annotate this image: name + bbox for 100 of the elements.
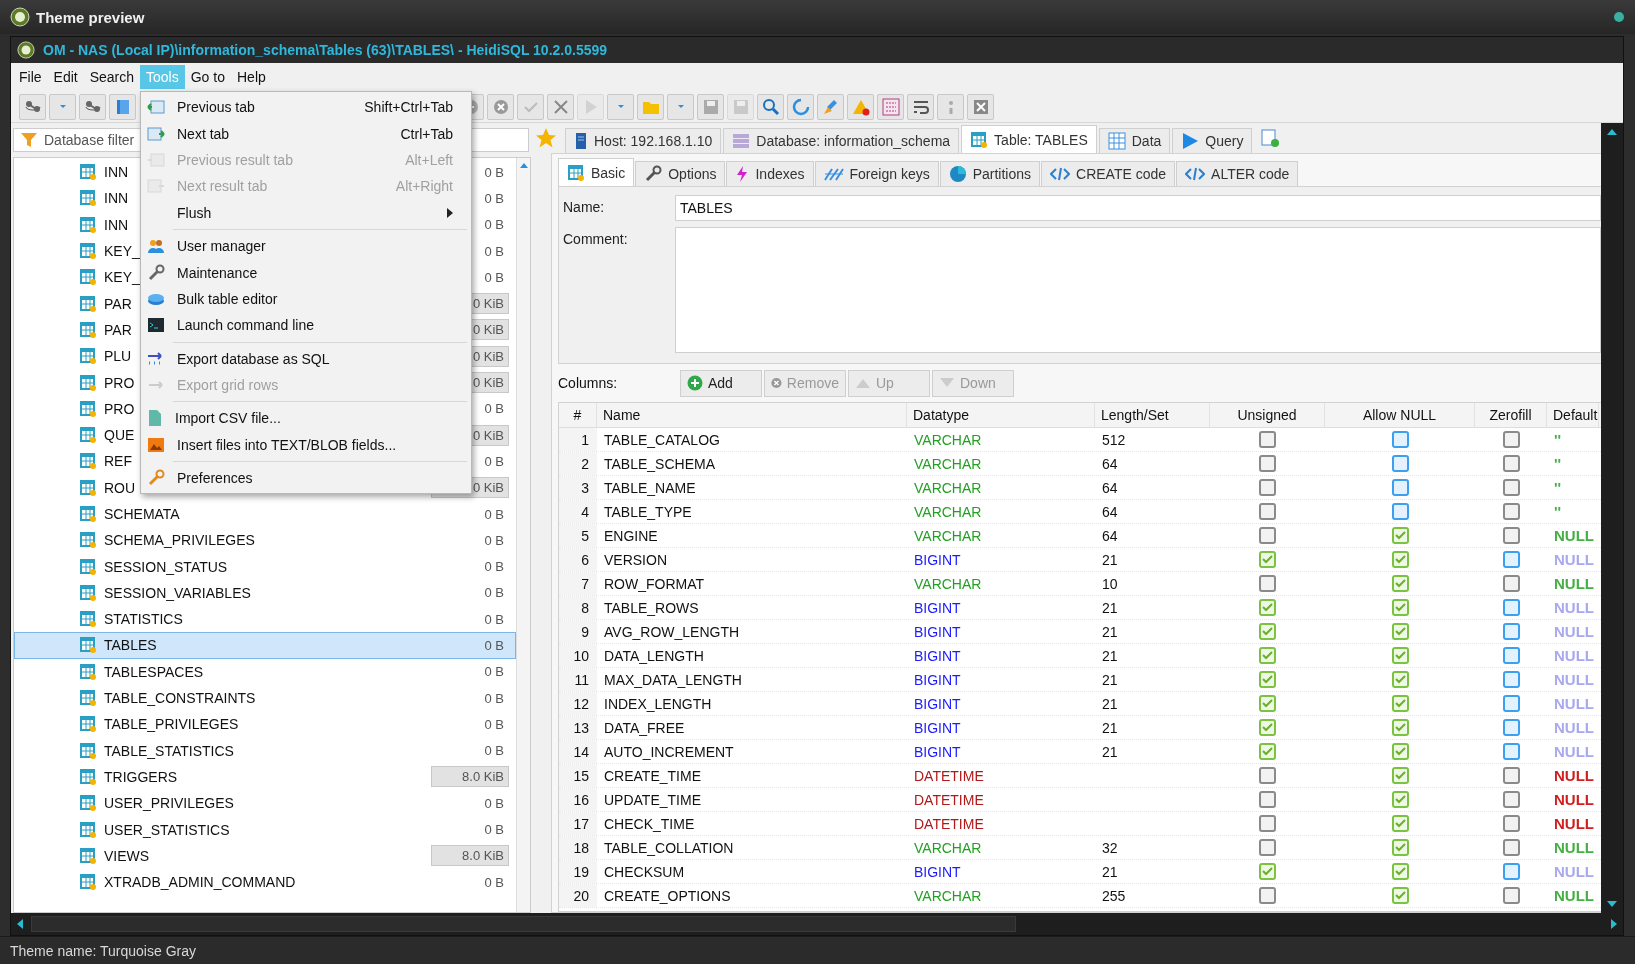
row-number: 8 <box>559 596 597 619</box>
table-cell-text: 255 <box>1101 886 1127 906</box>
table-cell-text: NULL <box>1553 790 1595 810</box>
table-cell-text: TABLE_SCHEMA <box>603 454 716 474</box>
status-text: Theme name: Turquoise Gray <box>10 942 196 959</box>
table-cell-text: BIGINT <box>913 742 962 762</box>
table-cell-text: NULL <box>1553 670 1595 690</box>
table-cell-text: NULL <box>1553 862 1595 882</box>
row-number: 19 <box>559 860 597 883</box>
window-title: Theme preview <box>36 8 146 26</box>
row-number: 2 <box>559 452 597 475</box>
table-cell-text: 10 <box>1101 574 1119 594</box>
table-cell-text: NULL <box>1553 886 1595 906</box>
row-number: 1 <box>559 428 597 451</box>
table-cell-text: DATA_FREE <box>603 718 686 738</box>
table-cell-text: NULL <box>1553 526 1595 546</box>
table-cell-text: 21 <box>1101 622 1119 642</box>
table-cell-text: NULL <box>1553 766 1595 786</box>
row-number: 6 <box>559 548 597 571</box>
table-cell-text: TABLE_NAME <box>603 478 697 498</box>
row-number: 3 <box>559 476 597 499</box>
table-cell-text: ROW_FORMAT <box>603 574 706 594</box>
table-cell-text: NULL <box>1553 574 1595 594</box>
table-cell-text: BIGINT <box>913 718 962 738</box>
table-cell-text: NULL <box>1553 814 1595 834</box>
window-title: OM - NAS (Local IP)\information_schema\Tables (63)\TABLES\ - HeidiSQL 10.2.0.5599 <box>43 42 609 58</box>
row-number: 11 <box>559 668 597 691</box>
table-cell-text: BIGINT <box>913 550 962 570</box>
table-cell-text: CREATE_TIME <box>603 766 702 786</box>
row-number: 5 <box>559 524 597 547</box>
row-number: 10 <box>559 644 597 667</box>
table-cell-text: BIGINT <box>913 598 962 618</box>
table-cell-text: '' <box>1553 454 1563 474</box>
table-cell-text: NULL <box>1553 742 1595 762</box>
table-cell-text: NULL <box>1553 838 1595 858</box>
table-cell-text: 21 <box>1101 670 1119 690</box>
row-number: 12 <box>559 692 597 715</box>
table-cell-text: BIGINT <box>913 862 962 882</box>
table-cell-text: '' <box>1553 430 1563 450</box>
table-cell-text: '' <box>1553 478 1563 498</box>
table-cell-text: VARCHAR <box>913 478 983 498</box>
table-cell-text: BIGINT <box>913 646 962 666</box>
table-cell-text: MAX_DATA_LENGTH <box>603 670 743 690</box>
table-cell-text: CHECKSUM <box>603 862 686 882</box>
row-number: 14 <box>559 740 597 763</box>
table-cell-text: AVG_ROW_LENGTH <box>603 622 741 642</box>
table-cell-text: 21 <box>1101 742 1119 762</box>
table-cell-text: BIGINT <box>913 622 962 642</box>
row-number: 15 <box>559 764 597 787</box>
table-cell-text: NULL <box>1553 550 1595 570</box>
row-number: 13 <box>559 716 597 739</box>
table-cell-text: DATETIME <box>913 814 985 834</box>
table-cell-text: 21 <box>1101 862 1119 882</box>
section-label: Columns: <box>558 375 619 391</box>
table-cell-text: 64 <box>1101 478 1119 498</box>
table-cell-text: NULL <box>1553 694 1595 714</box>
table-cell-text: NULL <box>1553 598 1595 618</box>
table-cell-text: VERSION <box>603 550 668 570</box>
table-cell-text: 32 <box>1101 838 1119 858</box>
table-cell-text: VARCHAR <box>913 886 983 906</box>
table-cell-text: NULL <box>1553 622 1595 642</box>
table-cell-text: NULL <box>1553 718 1595 738</box>
row-number: 7 <box>559 572 597 595</box>
table-cell-text: 64 <box>1101 526 1119 546</box>
table-cell-text: VARCHAR <box>913 430 983 450</box>
table-cell-text: BIGINT <box>913 694 962 714</box>
table-cell-text: 21 <box>1101 598 1119 618</box>
table-cell-text: 21 <box>1101 550 1119 570</box>
table-cell-text: VARCHAR <box>913 526 983 546</box>
table-cell-text: 64 <box>1101 454 1119 474</box>
field-label: Name: <box>563 198 606 217</box>
table-cell-text: TABLE_ROWS <box>603 598 700 618</box>
row-number: 17 <box>559 812 597 835</box>
table-cell-text: DATETIME <box>913 790 985 810</box>
table-cell-text: VARCHAR <box>913 502 983 522</box>
table-cell-text: TABLE_CATALOG <box>603 430 721 450</box>
table-cell-text: CHECK_TIME <box>603 814 696 834</box>
row-number: 16 <box>559 788 597 811</box>
table-cell-text: 21 <box>1101 694 1119 714</box>
table-cell-text: UPDATE_TIME <box>603 790 702 810</box>
table-cell-text: 21 <box>1101 646 1119 666</box>
table-cell-text: VARCHAR <box>913 454 983 474</box>
row-number: 18 <box>559 836 597 859</box>
field-label: Comment: <box>563 230 629 249</box>
table-cell-text: BIGINT <box>913 670 962 690</box>
table-cell-text: VARCHAR <box>913 838 983 858</box>
table-cell-text: AUTO_INCREMENT <box>603 742 735 762</box>
table-cell-text: 64 <box>1101 502 1119 522</box>
table-cell-text: INDEX_LENGTH <box>603 694 713 714</box>
row-number: 9 <box>559 620 597 643</box>
table-cell-text: VARCHAR <box>913 574 983 594</box>
table-cell-text: DATETIME <box>913 766 985 786</box>
table-cell-text: TABLE_COLLATION <box>603 838 735 858</box>
table-cell-text: NULL <box>1553 646 1595 666</box>
table-cell-text: DATA_LENGTH <box>603 646 705 666</box>
table-cell-text: TABLE_TYPE <box>603 502 693 522</box>
table-cell-text: 512 <box>1101 430 1127 450</box>
table-cell-text: CREATE_OPTIONS <box>603 886 732 906</box>
table-cell-text: '' <box>1553 502 1563 522</box>
table-cell-text: 21 <box>1101 718 1119 738</box>
